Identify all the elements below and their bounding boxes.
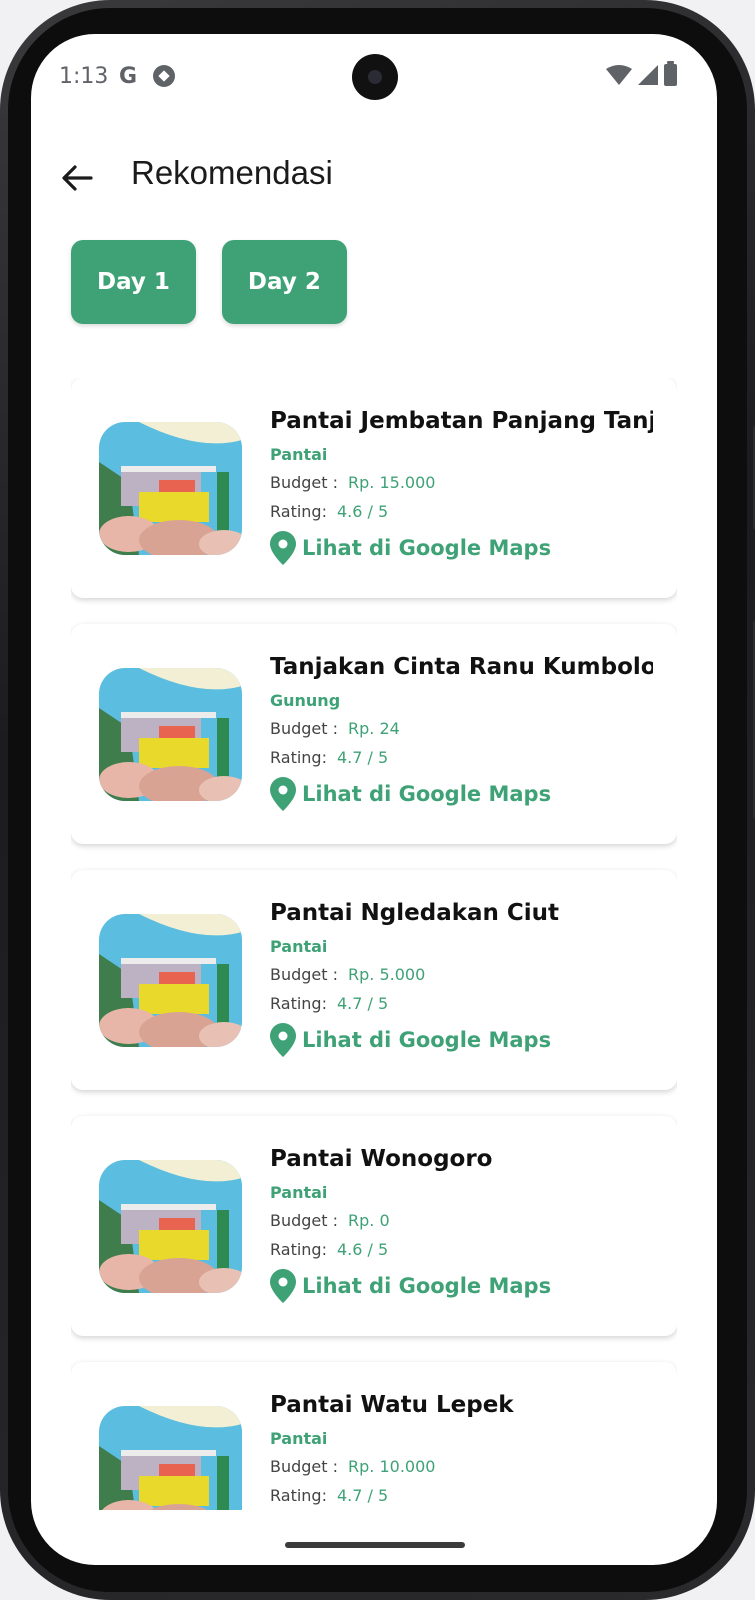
place-category: Pantai: [270, 1429, 328, 1448]
rating-value: 4.7 / 5: [336, 1486, 389, 1505]
map-pin-icon: [270, 531, 296, 565]
place-name: Pantai Watu Lepek: [270, 1392, 514, 1418]
google-maps-link-label: Lihat di Google Maps: [302, 1274, 552, 1298]
place-thumbnail: [99, 1160, 242, 1293]
map-pin-icon: [270, 777, 296, 811]
rating-label: Rating:: [270, 1240, 327, 1259]
budget-value: Rp. 10.000: [348, 1457, 436, 1476]
place-name: Pantai Ngledakan Ciut: [270, 900, 560, 926]
budget-value: Rp. 5.000: [348, 965, 426, 984]
budget-label: Budget :: [270, 1211, 339, 1230]
rating-row: Rating: 4.6 / 5: [270, 1235, 653, 1264]
place-name: Pantai Wonogoro: [270, 1146, 493, 1172]
rating-label: Rating:: [270, 1486, 327, 1505]
budget-row: Budget : Rp. 0: [270, 1206, 653, 1235]
rating-row: Rating: 4.7 / 5: [270, 1481, 653, 1510]
status-time: 1:13: [59, 64, 109, 89]
google-maps-link[interactable]: Lihat di Google Maps: [270, 776, 653, 812]
rating-value: 4.7 / 5: [336, 748, 389, 767]
place-card[interactable]: Pantai Watu Lepek Pantai Budget : Rp. 10.…: [71, 1362, 677, 1510]
rating-row: Rating: 4.7 / 5: [270, 743, 653, 772]
rating-row: Rating: 4.7 / 5: [270, 989, 653, 1018]
place-thumbnail: [99, 1406, 242, 1510]
place-thumbnail: [99, 914, 242, 1047]
place-category: Pantai: [270, 937, 328, 956]
budget-row: Budget : Rp. 10.000: [270, 1452, 653, 1481]
status-icons: [606, 61, 677, 86]
rating-label: Rating:: [270, 994, 327, 1013]
rating-row: Rating: 4.6 / 5: [270, 497, 653, 526]
google-maps-link[interactable]: Lihat di Google Maps: [270, 1022, 653, 1058]
google-maps-link-label: Lihat di Google Maps: [302, 1028, 552, 1052]
screen: 1:13 G Rekomendasi Day 1 Day 2 Pantai Je…: [31, 34, 717, 1565]
battery-icon: [664, 61, 677, 86]
google-maps-link-label: Lihat di Google Maps: [302, 782, 552, 806]
map-pin-icon: [270, 1023, 296, 1057]
place-category: Pantai: [270, 1183, 328, 1202]
budget-label: Budget :: [270, 473, 339, 492]
signal-icon: [638, 65, 658, 85]
place-list[interactable]: Pantai Jembatan Panjang Tanjung Pantai B…: [71, 378, 677, 1510]
budget-label: Budget :: [270, 1457, 339, 1476]
phone-frame: 1:13 G Rekomendasi Day 1 Day 2 Pantai Je…: [0, 0, 755, 1600]
arrow-left-icon[interactable]: [55, 156, 99, 200]
wifi-icon: [606, 65, 632, 85]
place-category: Gunung: [270, 691, 341, 710]
day-2-button[interactable]: Day 2: [221, 240, 347, 324]
rating-value: 4.6 / 5: [336, 1240, 389, 1259]
place-card[interactable]: Pantai Jembatan Panjang Tanjung Pantai B…: [71, 378, 677, 598]
budget-label: Budget :: [270, 719, 339, 738]
place-info: Pantai Wonogoro Pantai Budget : Rp. 0 Rat…: [270, 1142, 653, 1304]
day-1-button[interactable]: Day 1: [71, 240, 196, 324]
google-icon: G: [119, 64, 138, 89]
home-indicator[interactable]: [285, 1542, 465, 1548]
budget-row: Budget : Rp. 15.000: [270, 468, 653, 497]
google-maps-link-label: Lihat di Google Maps: [302, 536, 552, 560]
place-thumbnail: [99, 422, 242, 555]
google-maps-link[interactable]: Lihat di Google Maps: [270, 1268, 653, 1304]
rating-label: Rating:: [270, 748, 327, 767]
rating-value: 4.6 / 5: [336, 502, 389, 521]
budget-row: Budget : Rp. 24: [270, 714, 653, 743]
google-maps-link[interactable]: Lihat di Google Maps: [270, 530, 653, 566]
budget-row: Budget : Rp. 5.000: [270, 960, 653, 989]
camera-icon: [352, 54, 398, 100]
place-name: Tanjakan Cinta Ranu Kumbolo: [270, 654, 653, 680]
day-selector: Day 1 Day 2: [71, 240, 347, 324]
budget-label: Budget :: [270, 965, 339, 984]
place-info: Pantai Watu Lepek Pantai Budget : Rp. 10.…: [270, 1388, 653, 1510]
place-card[interactable]: Pantai Wonogoro Pantai Budget : Rp. 0 Rat…: [71, 1116, 677, 1336]
place-name: Pantai Jembatan Panjang Tanjung: [270, 408, 653, 434]
map-pin-icon: [270, 1269, 296, 1303]
football-icon: [153, 65, 175, 87]
app-bar: Rekomendasi: [31, 144, 717, 214]
place-info: Pantai Ngledakan Ciut Pantai Budget : Rp.…: [270, 896, 653, 1058]
place-category: Pantai: [270, 445, 328, 464]
budget-value: Rp. 24: [348, 719, 400, 738]
budget-value: Rp. 15.000: [348, 473, 436, 492]
page-title: Rekomendasi: [131, 154, 333, 191]
place-card[interactable]: Tanjakan Cinta Ranu Kumbolo Gunung Budge…: [71, 624, 677, 844]
status-bar: 1:13 G: [31, 34, 717, 114]
rating-value: 4.7 / 5: [336, 994, 389, 1013]
place-card[interactable]: Pantai Ngledakan Ciut Pantai Budget : Rp.…: [71, 870, 677, 1090]
budget-value: Rp. 0: [348, 1211, 390, 1230]
place-info: Tanjakan Cinta Ranu Kumbolo Gunung Budge…: [270, 650, 653, 812]
place-thumbnail: [99, 668, 242, 801]
rating-label: Rating:: [270, 502, 327, 521]
place-info: Pantai Jembatan Panjang Tanjung Pantai B…: [270, 404, 653, 566]
